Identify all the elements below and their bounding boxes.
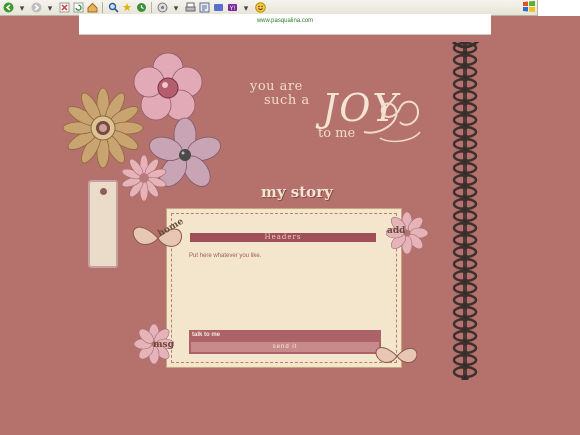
chevron-down-icon[interactable]: ▾ bbox=[240, 2, 252, 14]
headline-line1: you are bbox=[250, 79, 303, 94]
chain-ribbon-decoration bbox=[452, 42, 480, 380]
flower-cluster-decoration bbox=[62, 52, 221, 202]
butterfly-icon bbox=[375, 346, 418, 363]
talk-to-me-panel: talk to me send it bbox=[189, 330, 381, 354]
card-header: Headers bbox=[190, 233, 376, 242]
print-icon[interactable] bbox=[184, 2, 196, 14]
media-icon[interactable] bbox=[156, 2, 168, 14]
windows-logo-icon bbox=[522, 0, 536, 14]
swirl-ornament-icon bbox=[363, 100, 421, 143]
messenger-icon[interactable] bbox=[212, 2, 224, 14]
section-title: my story bbox=[261, 183, 333, 201]
headline-to-me: to me bbox=[318, 126, 356, 141]
headline-line2: such a bbox=[264, 93, 310, 108]
headline-you-are: you are such a bbox=[250, 80, 310, 108]
tag-hole-icon bbox=[100, 188, 107, 195]
toolbar-divider bbox=[151, 2, 152, 13]
refresh-icon[interactable] bbox=[72, 2, 84, 14]
chain-bead bbox=[461, 374, 469, 380]
chevron-down-icon[interactable]: ▾ bbox=[44, 2, 56, 14]
site-header-strip: www.pasqualina.com bbox=[79, 14, 491, 35]
talk-label: talk to me bbox=[192, 332, 221, 338]
chevron-down-icon[interactable]: ▾ bbox=[170, 2, 182, 14]
chevron-down-icon[interactable]: ▾ bbox=[16, 2, 28, 14]
add-badge[interactable]: add bbox=[387, 226, 405, 236]
history-icon[interactable] bbox=[135, 2, 147, 14]
card-body-text: Put here whatever you like. bbox=[189, 253, 262, 259]
send-button[interactable]: send it bbox=[191, 342, 379, 352]
search-icon[interactable] bbox=[107, 2, 119, 14]
forward-icon[interactable] bbox=[30, 2, 42, 14]
svg-text:Y!: Y! bbox=[229, 6, 235, 12]
toolbar-right-panel bbox=[537, 0, 580, 16]
home-icon[interactable] bbox=[86, 2, 98, 14]
yahoo-icon[interactable]: Y! bbox=[226, 2, 238, 14]
back-icon[interactable] bbox=[2, 2, 14, 14]
toolbar-divider bbox=[102, 2, 103, 13]
site-url-text[interactable]: www.pasqualina.com bbox=[79, 18, 491, 24]
favorites-star-icon[interactable]: ★ bbox=[121, 2, 133, 14]
msg-badge[interactable]: msg bbox=[153, 340, 174, 350]
content-card: Headers Put here whatever you like. talk… bbox=[166, 208, 402, 368]
smiley-icon[interactable] bbox=[254, 2, 266, 14]
edit-icon[interactable] bbox=[198, 2, 210, 14]
hanging-tag-decoration bbox=[88, 180, 118, 268]
stop-icon[interactable] bbox=[58, 2, 70, 14]
